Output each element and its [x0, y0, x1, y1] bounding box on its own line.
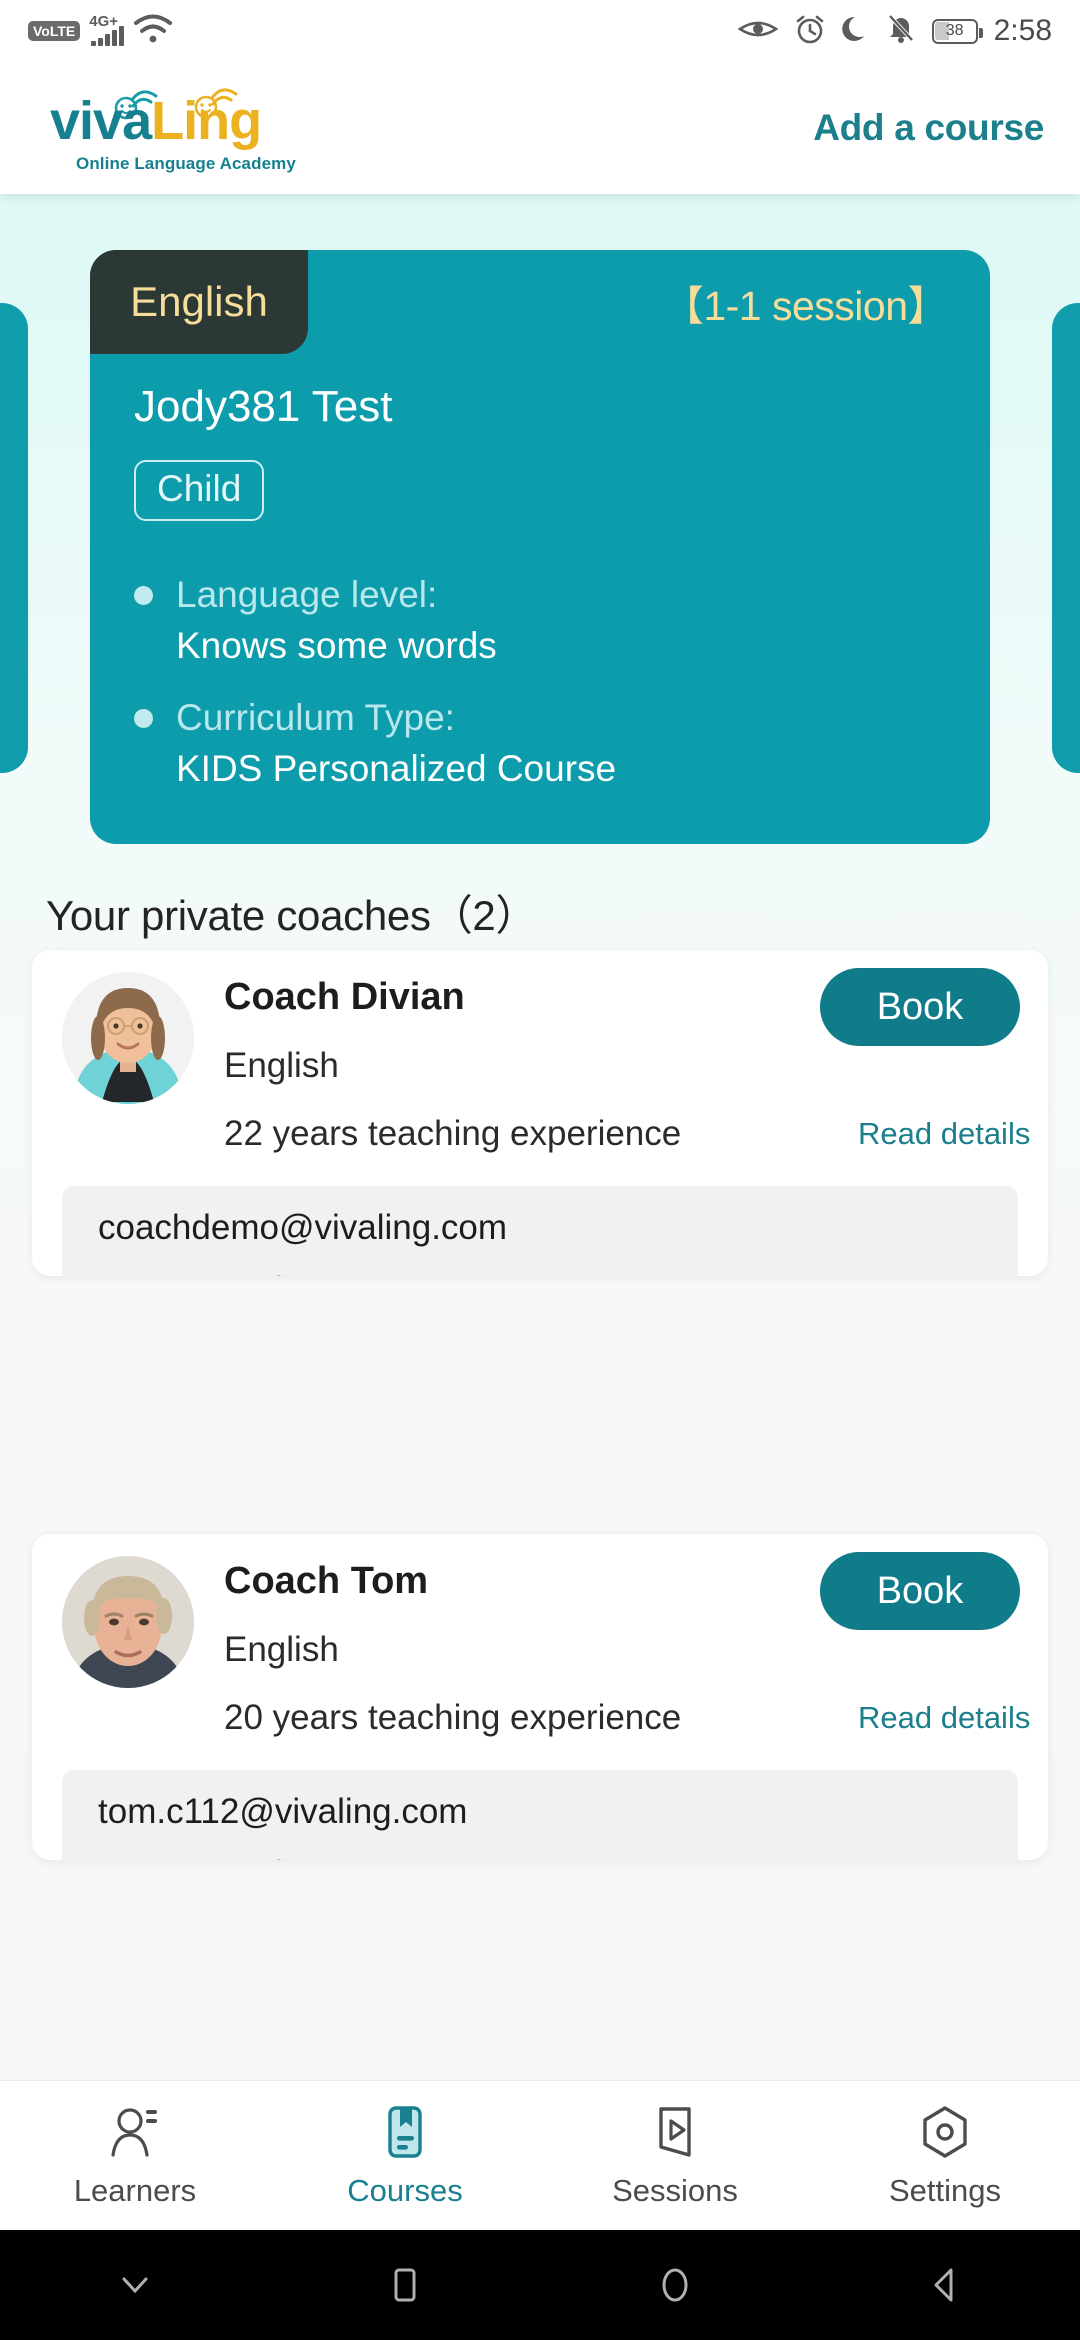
status-bar-right: 38 2:58 [737, 13, 1052, 50]
book-button[interactable]: Book [820, 968, 1020, 1046]
zoom-id-label: Zoom Meeting ID: [98, 1270, 376, 1276]
coach-card[interactable]: Coach Tom English 20 years teaching expe… [32, 1534, 1048, 1860]
coach-card-header: Coach Divian English 22 years teaching e… [32, 950, 1048, 1182]
course-details-list: Language level: Knows some words Curricu… [134, 574, 934, 820]
add-course-button[interactable]: Add a course [813, 107, 1044, 149]
app-header: vivaLing Online Language Academy Add a c… [0, 62, 1080, 194]
wifi-icon [133, 14, 173, 49]
bell-muted-icon [886, 13, 916, 50]
network-type-label: 4G+ [89, 13, 119, 30]
detail-value: KIDS Personalized Course [176, 748, 617, 789]
moon-icon [841, 14, 870, 49]
status-bar-left: VoLTE 4G+ [28, 14, 173, 49]
coaches-section-title: Your private coaches（2） [46, 892, 538, 939]
coach-experience: 22 years teaching experience [224, 1114, 682, 1153]
zoom-id-label: Zoom Meeting ID: [98, 1854, 376, 1860]
recents-square-icon[interactable] [270, 2263, 540, 2307]
zoom-id-value: 844-013-1760 [376, 1854, 594, 1860]
coach-contact-box: tom.c112@vivaling.com Zoom Meeting ID:84… [62, 1770, 1018, 1860]
read-details-link[interactable]: Read details [858, 1700, 1030, 1736]
coach-email: tom.c112@vivaling.com [98, 1792, 468, 1831]
zoom-id-value: 983-484-4793 [376, 1270, 594, 1276]
nav-label: Courses [347, 2172, 463, 2208]
course-language-badge: English [90, 250, 308, 354]
course-card-peek-next[interactable] [1052, 303, 1080, 773]
coach-card-header: Coach Tom English 20 years teaching expe… [32, 1534, 1048, 1766]
avatar [62, 972, 194, 1104]
alarm-icon [794, 13, 826, 50]
detail-value: Knows some words [176, 625, 497, 666]
detail-label: Curriculum Type: [176, 697, 455, 738]
play-screen-icon [648, 2103, 702, 2161]
book-bookmark-icon [378, 2103, 432, 2161]
book-button[interactable]: Book [820, 1552, 1020, 1630]
coach-zoom-row: Zoom Meeting ID:983-484-4793 [98, 1270, 982, 1276]
logo-wordmark: vivaLing [50, 91, 262, 151]
phone-screen: VoLTE 4G+ 38 2:58 vivaLing Online Langua… [0, 0, 1080, 2340]
battery-percent-label: 38 [945, 22, 964, 39]
clock-label: 2:58 [993, 14, 1052, 47]
course-detail-row: Language level: Knows some words [134, 574, 934, 667]
status-bar: VoLTE 4G+ 38 2:58 [0, 0, 1080, 62]
bullet-icon [134, 708, 153, 728]
coach-name: Coach Tom [224, 1560, 429, 1602]
nav-label: Sessions [612, 2172, 738, 2208]
nav-label: Learners [73, 2172, 197, 2208]
volte-icon: VoLTE [28, 21, 81, 41]
nav-label: Settings [888, 2172, 1001, 2208]
learner-name: Jody381 Test [134, 382, 393, 431]
coach-language: English [224, 1046, 339, 1085]
logo-subtitle: Online Language Academy [76, 154, 296, 173]
bottom-navigation: Learners Courses Sessions Settings [0, 2080, 1080, 2230]
bullet-icon [134, 585, 153, 605]
learner-type-chip: Child [134, 460, 265, 521]
battery-icon: 38 [931, 18, 983, 44]
nav-item-learners[interactable]: Learners [0, 2103, 270, 2209]
vivaling-logo: vivaLing Online Language Academy [50, 80, 310, 176]
course-detail-row: Curriculum Type: KIDS Personalized Cours… [134, 697, 934, 790]
coach-name: Coach Divian [224, 976, 465, 1018]
nav-item-settings[interactable]: Settings [810, 2103, 1080, 2209]
back-triangle-icon[interactable] [810, 2263, 1080, 2307]
nav-item-courses[interactable]: Courses [270, 2103, 540, 2209]
cellular-signal-icon: 4G+ [89, 13, 124, 46]
eye-icon [737, 16, 778, 47]
person-add-icon [108, 2103, 162, 2161]
course-session-type: 【1-1 session】 [662, 283, 949, 329]
detail-label: Language level: [176, 574, 438, 615]
course-card[interactable]: English 【1-1 session】 Jody381 Test Child… [90, 250, 990, 844]
read-details-link[interactable]: Read details [858, 1116, 1030, 1152]
logo-viva-text: viva [50, 91, 152, 151]
hexagon-gear-icon [918, 2103, 972, 2161]
chevron-down-icon[interactable] [0, 2270, 270, 2300]
coach-email: coachdemo@vivaling.com [98, 1208, 508, 1247]
coach-zoom-row: Zoom Meeting ID:844-013-1760 [98, 1854, 982, 1860]
course-card-peek-previous[interactable] [0, 303, 28, 773]
page-body: English 【1-1 session】 Jody381 Test Child… [0, 194, 1080, 2080]
coach-experience: 20 years teaching experience [224, 1698, 682, 1737]
avatar [62, 1556, 194, 1688]
coach-card[interactable]: Coach Divian English 22 years teaching e… [32, 950, 1048, 1276]
nav-item-sessions[interactable]: Sessions [540, 2103, 810, 2209]
course-language-label: English [130, 278, 268, 325]
home-circle-icon[interactable] [540, 2263, 810, 2307]
coach-language: English [224, 1630, 339, 1669]
system-navigation-bar [0, 2230, 1080, 2340]
coach-contact-box: coachdemo@vivaling.com Zoom Meeting ID:9… [62, 1186, 1018, 1276]
logo-ling-text: Ling [151, 91, 262, 151]
